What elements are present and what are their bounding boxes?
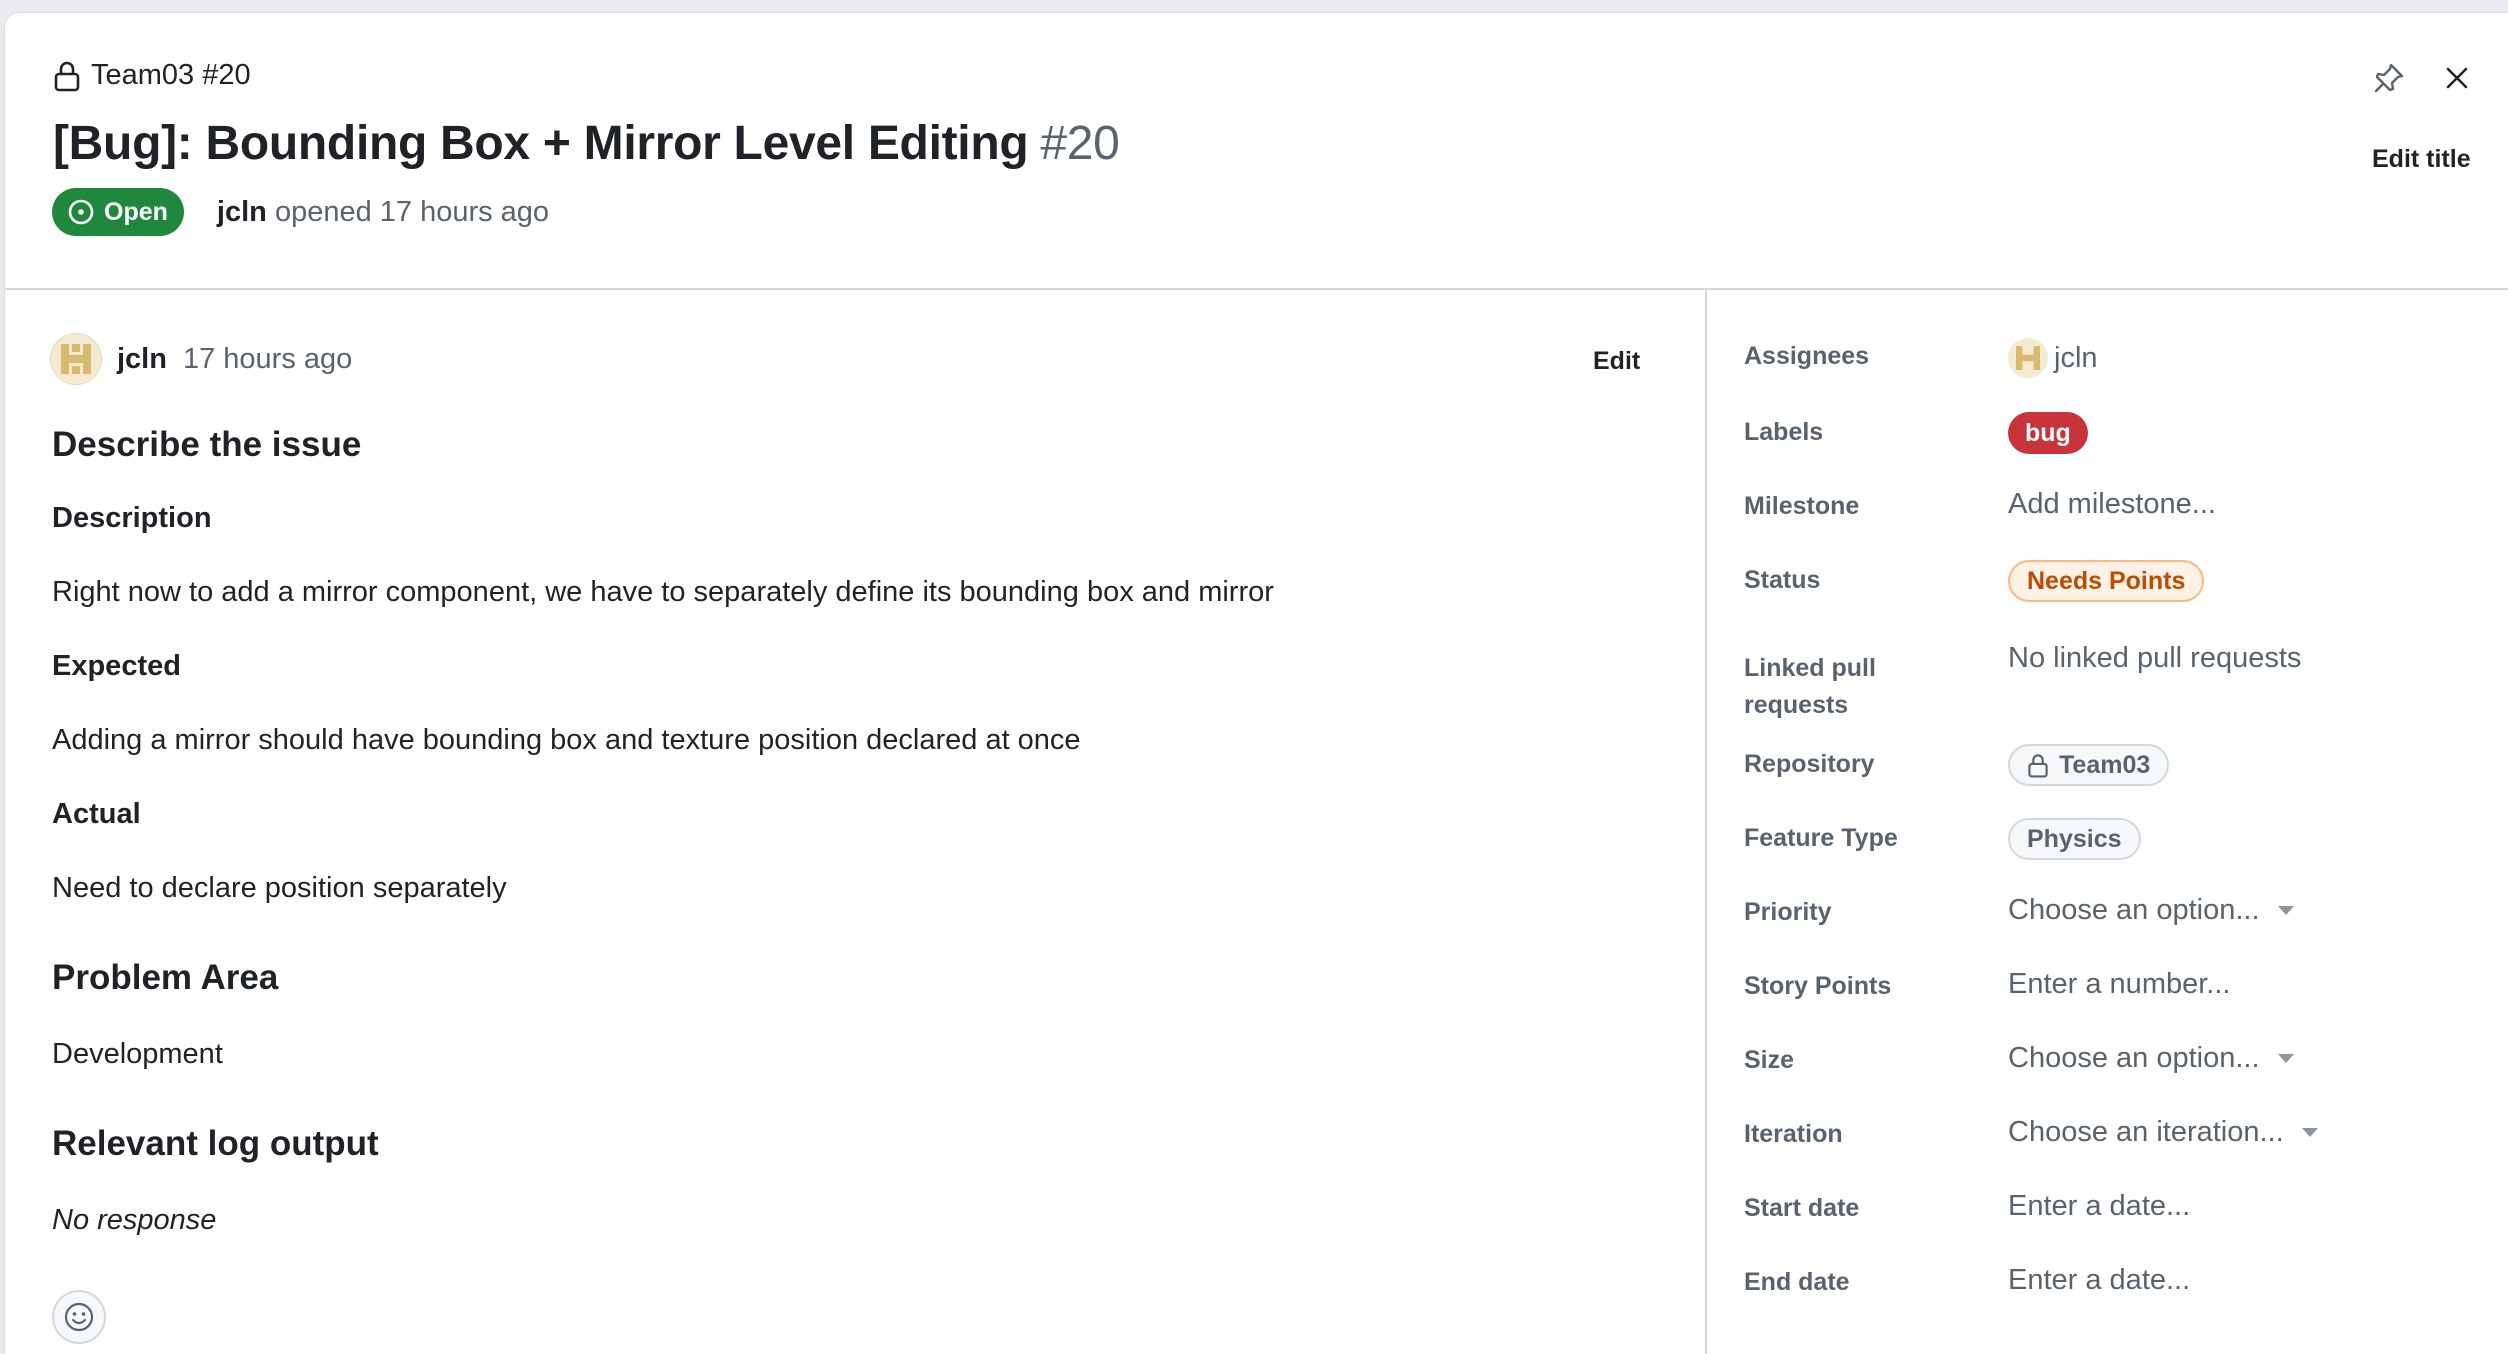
edit-title-button[interactable]: Edit title — [2372, 145, 2471, 174]
lock-icon — [54, 61, 80, 91]
repository-pill[interactable]: Team03 — [2008, 744, 2170, 786]
avatar-image — [51, 334, 101, 384]
issue-state-row: Open jcln opened 17 hours ago — [52, 188, 549, 236]
labels-value[interactable]: bug — [2008, 412, 2088, 454]
status-badge-label: Open — [104, 197, 168, 226]
milestone-label: Milestone — [1744, 492, 1860, 520]
size-select[interactable]: Choose an option... — [2008, 1042, 2294, 1075]
status-pill[interactable]: Needs Points — [2008, 560, 2205, 602]
assignees-value[interactable]: jcln — [2008, 338, 2098, 378]
issue-sidebar: Assignees jcln Labels bug Milestone Add … — [1707, 290, 2508, 1354]
issue-title-text: [Bug]: Bounding Box + Mirror Level Editi… — [53, 117, 1029, 170]
issue-body: jcln 17 hours ago Edit Describe the issu… — [5, 290, 1707, 1354]
start-date-label: Start date — [1744, 1194, 1860, 1222]
chevron-down-icon — [2277, 1054, 2294, 1063]
issue-header: Team03 #20 [Bug]: Bounding Box + Mirror … — [5, 13, 2508, 290]
label-bug[interactable]: bug — [2008, 412, 2088, 454]
end-date-label: End date — [1744, 1268, 1850, 1296]
problem-area-text: Development — [52, 1038, 223, 1070]
story-points-label: Story Points — [1744, 972, 1892, 1000]
breadcrumb[interactable]: Team03 #20 — [53, 59, 251, 92]
repository-label: Repository — [1744, 750, 1875, 778]
status-value[interactable]: Needs Points — [2008, 560, 2205, 602]
status-badge: Open — [52, 188, 184, 236]
priority-label: Priority — [1744, 898, 1832, 926]
priority-value: Choose an option... — [2008, 894, 2260, 926]
smiley-icon — [64, 1302, 94, 1332]
feature-type-value[interactable]: Physics — [2008, 818, 2141, 860]
feature-type-label: Feature Type — [1744, 824, 1898, 852]
actual-text: Need to declare position separately — [52, 872, 507, 904]
feature-type-pill[interactable]: Physics — [2008, 818, 2141, 860]
heading-problem-area: Problem Area — [52, 958, 279, 997]
description-label: Description — [52, 502, 212, 534]
description-text: Right now to add a mirror component, we … — [52, 576, 1274, 608]
labels-label: Labels — [1744, 418, 1824, 446]
pin-icon[interactable] — [2371, 60, 2407, 96]
assignee-name: jcln — [2054, 341, 2098, 374]
issue-panel: Team03 #20 [Bug]: Bounding Box + Mirror … — [5, 13, 2508, 1354]
heading-describe-issue: Describe the issue — [52, 425, 362, 464]
linked-prs-label: Linked pull requests — [1744, 654, 1876, 719]
edit-comment-button[interactable]: Edit — [1593, 347, 1640, 376]
chevron-down-icon — [2301, 1128, 2318, 1137]
iteration-label: Iteration — [1744, 1120, 1843, 1148]
issue-title: [Bug]: Bounding Box + Mirror Level Editi… — [53, 116, 1120, 171]
actual-label: Actual — [52, 798, 141, 830]
chevron-down-icon — [2277, 906, 2294, 915]
issue-opened-text: opened 17 hours ago — [274, 195, 550, 228]
add-reaction-button[interactable] — [52, 1290, 106, 1344]
comment-header: jcln 17 hours ago — [51, 334, 352, 384]
log-output-text: No response — [52, 1204, 217, 1236]
start-date-input[interactable]: Enter a date... — [2008, 1190, 2190, 1223]
milestone-value[interactable]: Add milestone... — [2008, 488, 2216, 521]
iteration-value: Choose an iteration... — [2008, 1116, 2284, 1148]
comment-author[interactable]: jcln — [117, 343, 167, 376]
issue-author[interactable]: jcln — [217, 196, 267, 228]
iteration-select[interactable]: Choose an iteration... — [2008, 1116, 2318, 1149]
repository-name: Team03 — [2059, 750, 2151, 779]
issue-meta: jcln opened 17 hours ago — [217, 196, 549, 229]
repository-value[interactable]: Team03 — [2008, 744, 2170, 786]
assignees-label: Assignees — [1744, 342, 1870, 370]
size-label: Size — [1744, 1046, 1795, 1074]
size-value: Choose an option... — [2008, 1042, 2260, 1074]
end-date-input[interactable]: Enter a date... — [2008, 1264, 2190, 1297]
breadcrumb-text: Team03 #20 — [91, 59, 251, 91]
lock-icon — [2028, 753, 2048, 778]
close-icon[interactable] — [2439, 60, 2475, 96]
status-label: Status — [1744, 566, 1821, 594]
linked-prs-value[interactable]: No linked pull requests — [2008, 642, 2301, 675]
avatar[interactable] — [51, 334, 101, 384]
heading-log-output: Relevant log output — [52, 1124, 379, 1163]
story-points-input[interactable]: Enter a number... — [2008, 968, 2230, 1001]
priority-select[interactable]: Choose an option... — [2008, 894, 2294, 927]
issue-open-icon — [68, 199, 94, 225]
assignee-avatar — [2008, 338, 2048, 378]
expected-label: Expected — [52, 650, 181, 682]
issue-number: #20 — [1040, 117, 1120, 170]
expected-text: Adding a mirror should have bounding box… — [52, 724, 1081, 756]
comment-time[interactable]: 17 hours ago — [183, 343, 352, 376]
